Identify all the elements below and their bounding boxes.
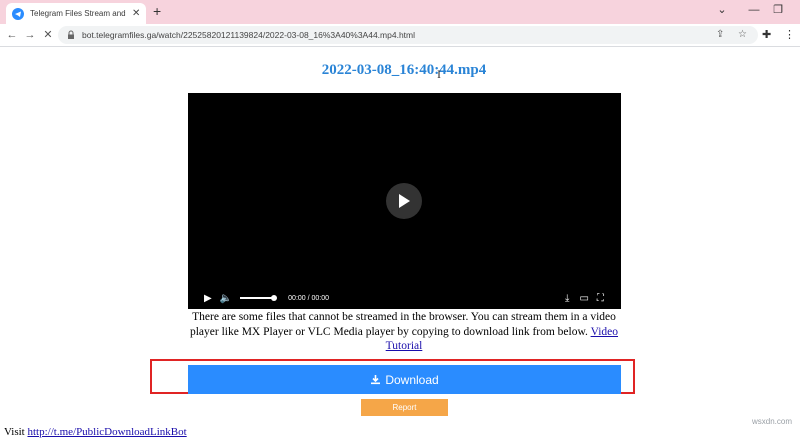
kebab-menu-icon[interactable]: ⋮ xyxy=(784,27,795,43)
text-cursor-icon: I xyxy=(437,67,441,81)
tab-close-icon[interactable]: ✕ xyxy=(132,8,140,19)
lock-icon xyxy=(68,30,74,39)
download-button[interactable]: Download xyxy=(188,365,621,394)
tab-search-chevron-icon[interactable]: ⌄ xyxy=(712,2,732,18)
visit-label: Visit xyxy=(4,426,25,438)
tab-strip: Telegram Files Stream and Dow ✕ + ⌄ — ❐ xyxy=(0,0,800,24)
volume-icon[interactable]: 🔈 xyxy=(220,293,232,304)
restore-icon[interactable]: ❐ xyxy=(768,2,788,18)
close-icon[interactable]: ✕ xyxy=(40,27,56,43)
play-icon xyxy=(399,194,410,208)
browser-tab[interactable]: Telegram Files Stream and Dow ✕ xyxy=(6,3,146,24)
url-text: bot.telegramfiles.ga/watch/2252582012113… xyxy=(82,30,415,40)
bot-link-line: Visit http://t.me/PublicDownloadLinkBot xyxy=(4,426,187,438)
tab-title: Telegram Files Stream and Dow xyxy=(30,9,126,18)
download-icon[interactable]: ⤓ xyxy=(565,293,569,304)
report-button[interactable]: Report xyxy=(361,399,448,416)
video-controls: ▶ 🔈 00:00 / 00:00 ⤓ ▭ ⛶ xyxy=(188,288,621,308)
volume-slider[interactable] xyxy=(240,295,278,301)
browser-toolbar: ← → ✕ bot.telegramfiles.ga/watch/2252582… xyxy=(0,24,800,47)
star-icon[interactable]: ☆ xyxy=(738,26,747,44)
download-icon xyxy=(371,375,381,385)
streaming-note: There are some files that cannot be stre… xyxy=(186,310,622,354)
back-arrow-icon[interactable]: ← xyxy=(4,27,20,43)
new-tab-button[interactable]: + xyxy=(153,4,161,18)
watermark: wsxdn.com xyxy=(751,417,792,426)
note-text: There are some files that cannot be stre… xyxy=(189,311,616,338)
bot-link[interactable]: http://t.me/PublicDownloadLinkBot xyxy=(27,426,186,438)
share-icon[interactable]: ⇪ xyxy=(716,26,724,44)
video-player[interactable]: ▶ 🔈 00:00 / 00:00 ⤓ ▭ ⛶ xyxy=(188,93,621,309)
download-label: Download xyxy=(385,372,439,387)
address-bar[interactable]: bot.telegramfiles.ga/watch/2252582012113… xyxy=(58,26,758,44)
page-title: 2022-03-08_16:40:44.mp4 xyxy=(321,62,487,78)
minimize-icon[interactable]: — xyxy=(744,2,764,18)
pip-icon[interactable]: ▭ xyxy=(579,293,588,304)
puzzle-icon[interactable]: ✚ xyxy=(762,27,771,43)
telegram-favicon-icon xyxy=(12,7,24,20)
fullscreen-icon[interactable]: ⛶ xyxy=(597,293,604,304)
play-button[interactable] xyxy=(386,183,422,219)
play-small-icon[interactable]: ▶ xyxy=(204,293,212,304)
forward-arrow-icon[interactable]: → xyxy=(22,27,38,43)
video-time: 00:00 / 00:00 xyxy=(288,294,330,302)
